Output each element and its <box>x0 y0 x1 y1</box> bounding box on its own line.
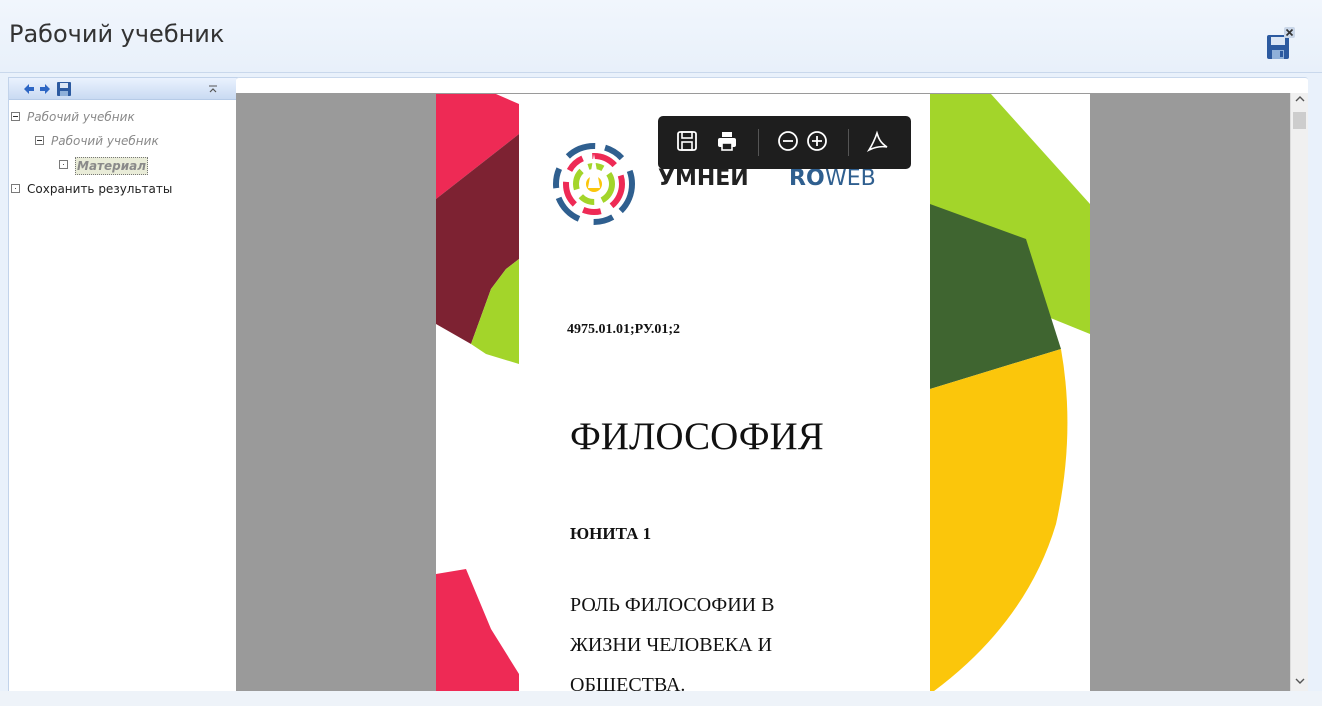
document-subtitle-line: РОЛЬ ФИЛОСОФИИ В <box>570 594 775 616</box>
viewer-top-bar <box>236 77 1308 94</box>
zoom-in-icon[interactable] <box>806 130 828 156</box>
collapse-panel-icon[interactable] <box>208 81 218 95</box>
tree-node-label: Рабочий учебник <box>27 110 135 124</box>
save-icon[interactable] <box>57 81 71 96</box>
document-subtitle-line: ОБЩЕСТВА. <box>570 674 686 691</box>
scroll-up-icon[interactable] <box>1291 93 1308 109</box>
tree-node-child[interactable]: Рабочий учебник <box>9 130 237 154</box>
scroll-down-icon[interactable] <box>1291 675 1308 691</box>
pdf-toolbar <box>658 116 911 169</box>
document-code: 4975.01.01;РУ.01;2 <box>567 322 681 337</box>
tree-node-label: Материал <box>75 157 149 175</box>
save-close-icon[interactable] <box>1266 27 1296 61</box>
leaf-node-icon <box>11 184 20 193</box>
toolbar-separator <box>848 129 849 156</box>
tree-node-material[interactable]: Материал <box>9 154 237 178</box>
tree-node-label: Сохранить результаты <box>27 182 173 196</box>
tree-view: Рабочий учебник Рабочий учебник Материал… <box>9 100 237 202</box>
print-icon[interactable] <box>716 130 738 156</box>
pdf-viewer-area[interactable]: УМНЕИ RO WEB 4975.01.01;РУ.01;2 ФИЛОСОФИ… <box>236 93 1308 691</box>
tree-node-root[interactable]: Рабочий учебник <box>9 106 237 130</box>
acrobat-icon[interactable] <box>866 130 890 158</box>
document-subtitle-line: ЖИЗНИ ЧЕЛОВЕКА И <box>570 634 773 656</box>
logo-text-web: WEB <box>825 166 876 191</box>
collapse-node-icon[interactable] <box>11 112 20 121</box>
vertical-scrollbar[interactable] <box>1290 93 1308 691</box>
tree-node-save-results[interactable]: Сохранить результаты <box>9 178 237 202</box>
logo-text-ro: RO <box>789 166 825 191</box>
app-header: Рабочий учебник <box>0 0 1322 73</box>
scroll-thumb[interactable] <box>1293 112 1306 129</box>
collapse-node-icon[interactable] <box>35 136 44 145</box>
app-title: Рабочий учебник <box>9 20 225 48</box>
tree-node-label: Рабочий учебник <box>51 134 159 148</box>
forward-arrow-icon[interactable] <box>39 81 51 95</box>
save-icon[interactable] <box>676 130 698 156</box>
bottom-strip <box>0 691 1322 706</box>
toolbar-separator <box>758 129 759 156</box>
document-title: ФИЛОСОФИЯ <box>570 415 824 458</box>
logo-text-umnei: УМНЕИ <box>658 166 749 191</box>
document-unit: ЮНИТА 1 <box>570 524 652 543</box>
leaf-node-icon <box>59 160 68 169</box>
pdf-page: УМНЕИ RO WEB 4975.01.01;РУ.01;2 ФИЛОСОФИ… <box>436 94 1090 691</box>
zoom-out-icon[interactable] <box>777 130 799 156</box>
back-arrow-icon[interactable] <box>23 81 35 95</box>
navigation-toolbar <box>9 78 237 100</box>
navigation-panel: Рабочий учебник Рабочий учебник Материал… <box>8 77 238 693</box>
document-viewer: УМНЕИ RO WEB 4975.01.01;РУ.01;2 ФИЛОСОФИ… <box>236 77 1308 691</box>
